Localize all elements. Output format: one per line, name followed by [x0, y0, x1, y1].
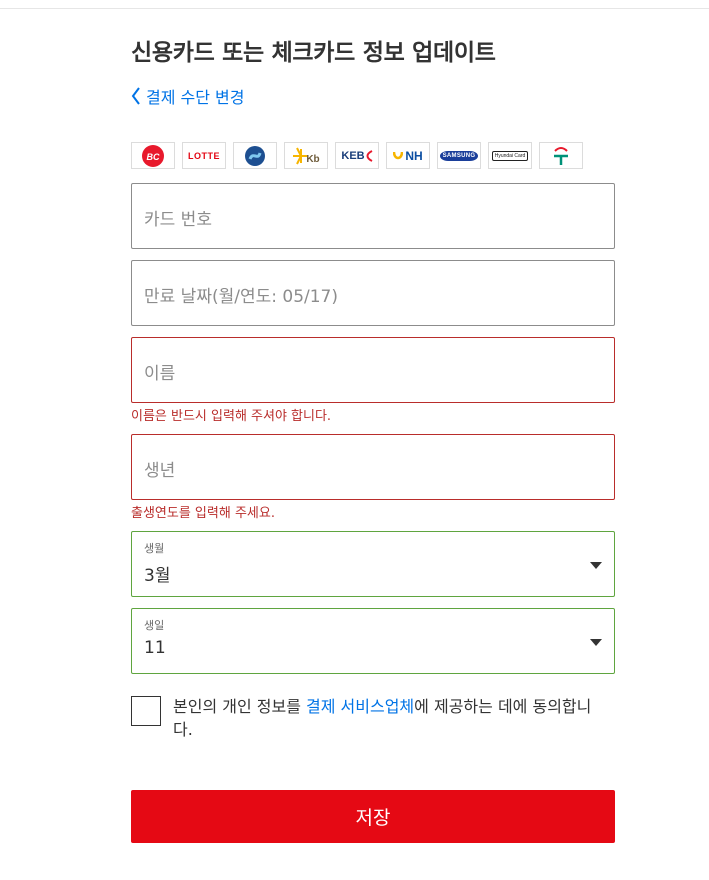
consent-row: 본인의 개인 정보를 결제 서비스업체에 제공하는 데에 동의합니다.: [131, 696, 603, 741]
back-link-label: 결제 수단 변경: [146, 88, 245, 107]
card-number-field[interactable]: 카드 번호: [131, 183, 615, 249]
hyundai-card-logo: Hyundai Card: [488, 142, 532, 169]
bc-logo-text: BC: [147, 152, 160, 162]
consent-text-before: 본인의 개인 정보를: [173, 697, 307, 716]
bc-card-logo: BC: [131, 142, 175, 169]
birth-year-placeholder: 생년: [144, 461, 176, 481]
birth-day-label: 생일: [144, 619, 165, 632]
birth-day-value: 11: [144, 638, 166, 658]
consent-checkbox[interactable]: [131, 696, 161, 726]
birth-day-select[interactable]: 생일 11: [131, 608, 615, 674]
birth-month-label: 생월: [144, 542, 165, 555]
samsung-logo-text: SAMSUNG: [442, 152, 476, 159]
consent-text: 본인의 개인 정보를 결제 서비스업체에 제공하는 데에 동의합니다.: [173, 695, 603, 741]
payment-provider-link[interactable]: 결제 서비스업체: [306, 697, 414, 716]
name-placeholder: 이름: [144, 364, 176, 384]
expiry-date-field[interactable]: 만료 날짜(월/연도: 05/17): [131, 260, 615, 326]
kb-logo-text: Kb: [306, 154, 319, 165]
birth-year-field[interactable]: 생년: [131, 434, 615, 500]
nh-logo-text: NH: [405, 148, 423, 163]
save-button[interactable]: 저장: [131, 790, 615, 843]
dropdown-arrow-icon: [590, 639, 602, 646]
lotte-logo-text: LOTTE: [188, 150, 220, 161]
dropdown-arrow-icon: [590, 562, 602, 569]
birth-month-value: 3월: [144, 566, 171, 586]
birth-month-select[interactable]: 생월 3월: [131, 531, 615, 597]
card-number-placeholder: 카드 번호: [144, 210, 212, 230]
shinhan-card-logo: [233, 142, 277, 169]
samsung-card-logo: SAMSUNG: [437, 142, 481, 169]
name-field[interactable]: 이름: [131, 337, 615, 403]
hyundai-logo-text: Hyundai Card: [494, 152, 526, 159]
card-logos: BC LOTTE Kb KEB NH SAMSUNG Hyundai Card: [131, 142, 583, 169]
top-divider: [0, 8, 709, 9]
birth-year-error-message: 출생연도를 입력해 주세요.: [131, 506, 275, 521]
keb-card-logo: KEB: [335, 142, 379, 169]
chevron-left-icon: [131, 87, 140, 105]
change-payment-method-link[interactable]: 결제 수단 변경: [131, 84, 245, 108]
hana-card-logo: [539, 142, 583, 169]
page-title: 신용카드 또는 체크카드 정보 업데이트: [131, 40, 496, 66]
expiry-date-placeholder: 만료 날짜(월/연도: 05/17): [144, 287, 338, 307]
keb-logo-text: KEB: [341, 149, 365, 162]
kb-card-logo: Kb: [284, 142, 328, 169]
nh-card-logo: NH: [386, 142, 430, 169]
name-error-message: 이름은 반드시 입력해 주셔야 합니다.: [131, 409, 332, 424]
lotte-card-logo: LOTTE: [182, 142, 226, 169]
